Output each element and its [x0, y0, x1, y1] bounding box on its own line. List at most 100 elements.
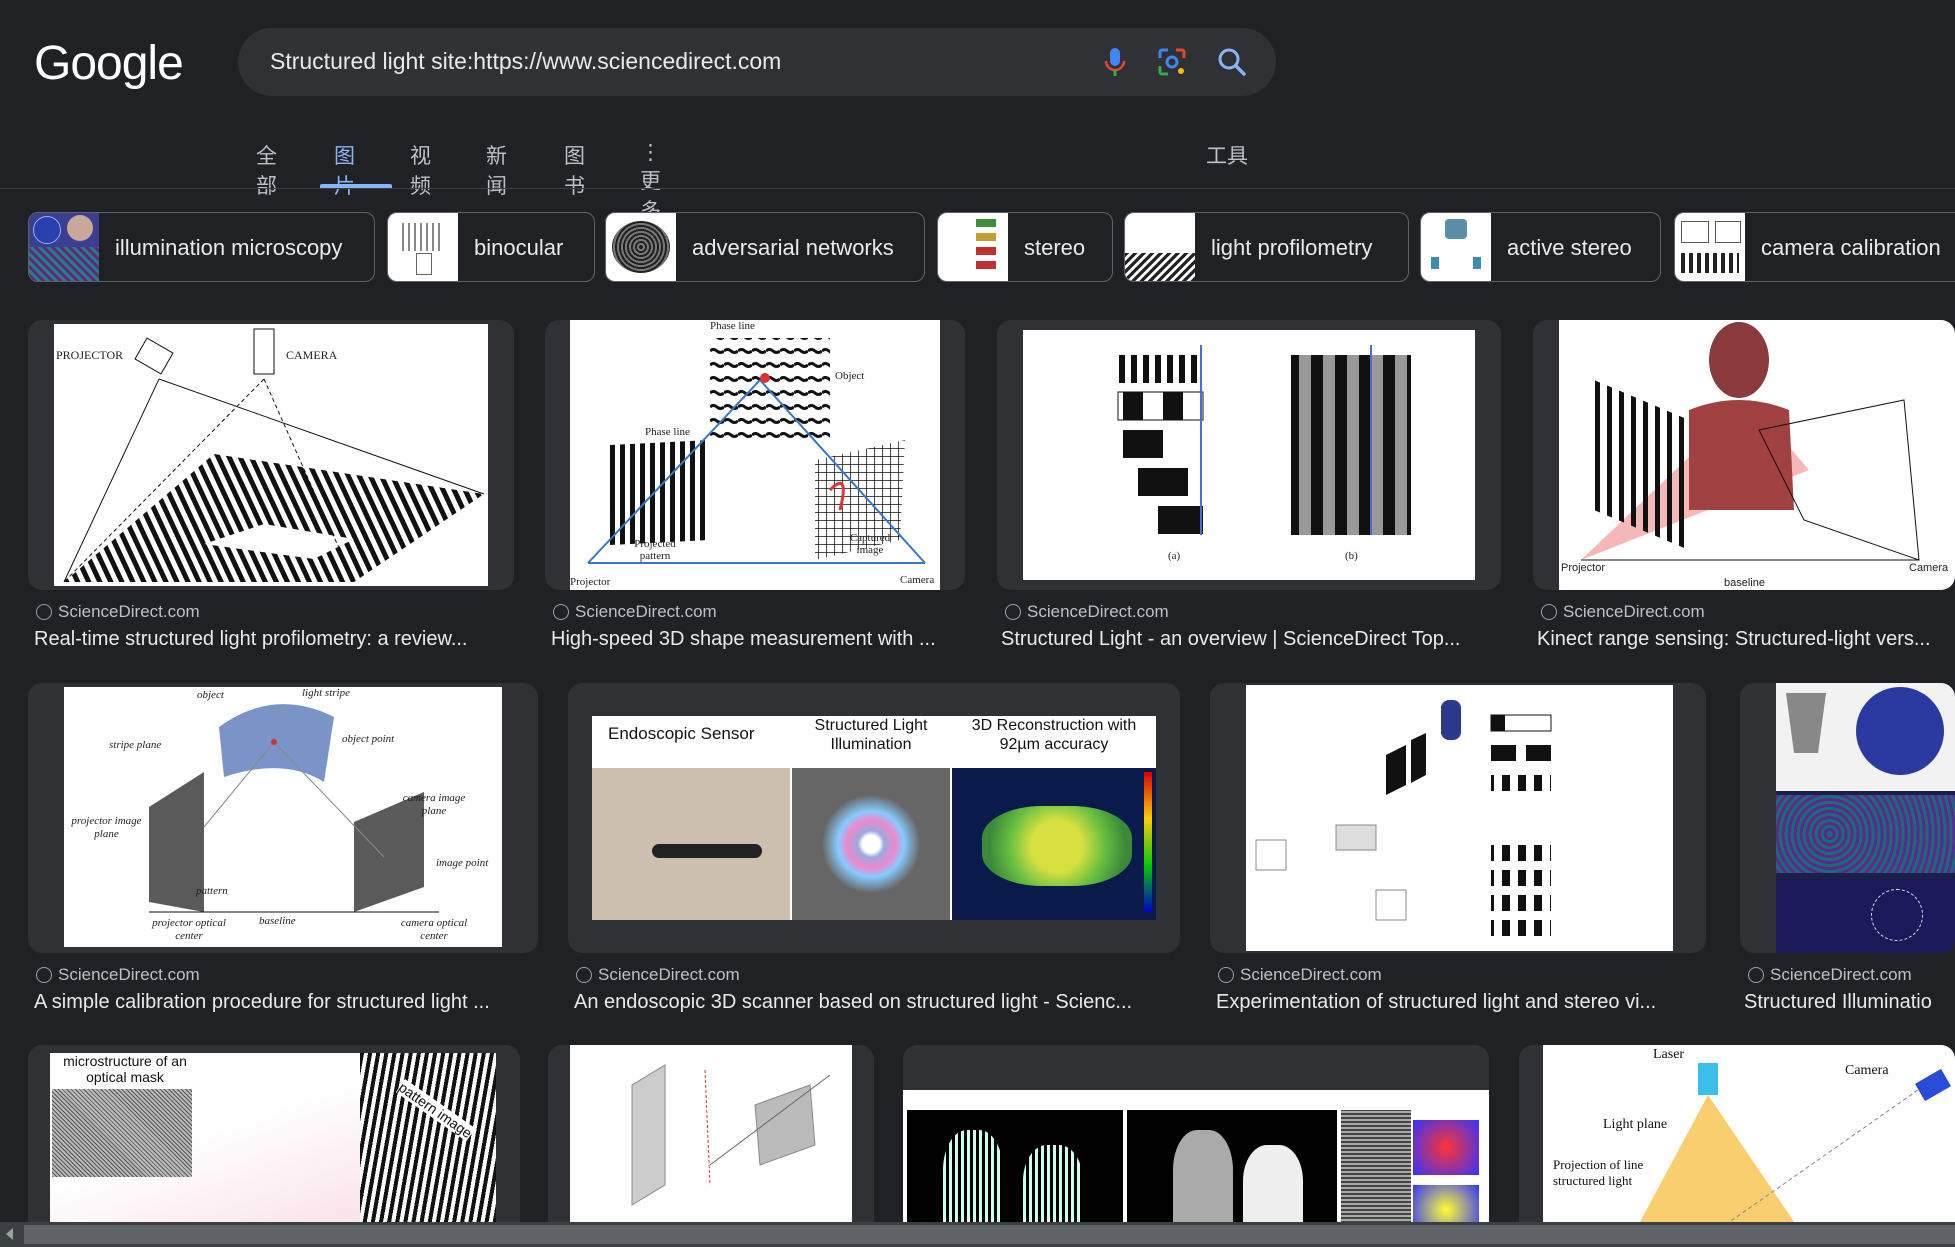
- result-title[interactable]: Structured Illuminatio: [1744, 991, 1955, 1014]
- result-title[interactable]: A simple calibration procedure for struc…: [34, 991, 538, 1014]
- chip-thumbnail: [1675, 213, 1745, 281]
- result-thumbnail[interactable]: PROJECTOR CAMERA: [54, 324, 488, 586]
- result-thumbnail[interactable]: [570, 1045, 852, 1235]
- label-captured-image: Captured image: [849, 532, 891, 556]
- result-thumbnail[interactable]: [1776, 683, 1955, 953]
- label-b: (b): [1345, 550, 1358, 562]
- lens-camera-icon[interactable]: [1156, 46, 1188, 78]
- chip-adversarial-networks[interactable]: adversarial networks: [605, 212, 925, 282]
- microphone-icon[interactable]: [1100, 46, 1130, 78]
- tab-news[interactable]: 新闻: [486, 140, 507, 200]
- scroll-left-arrow-icon[interactable]: [6, 1228, 13, 1240]
- label-a: (a): [1168, 550, 1181, 562]
- heading-endoscopic-sensor: Endoscopic Sensor: [608, 724, 755, 743]
- chip-active-stereo[interactable]: active stereo: [1420, 212, 1661, 282]
- result-thumbnail-frame: Laser Camera Light plane Projection of l…: [1519, 1045, 1955, 1235]
- result-thumbnail[interactable]: Laser Camera Light plane Projection of l…: [1543, 1045, 1955, 1235]
- label-object: object: [197, 689, 224, 701]
- result-source[interactable]: ScienceDirect.com: [1240, 965, 1382, 985]
- result-source[interactable]: ScienceDirect.com: [58, 602, 200, 622]
- globe-icon: [1218, 967, 1234, 983]
- tab-all[interactable]: 全部: [256, 140, 277, 200]
- result-thumbnail[interactable]: (a) (b): [1023, 330, 1475, 580]
- result-source[interactable]: ScienceDirect.com: [598, 965, 740, 985]
- result-thumbnail-frame: [903, 1045, 1489, 1235]
- result-source[interactable]: ScienceDirect.com: [1027, 602, 1169, 622]
- label-projector: PROJECTOR: [56, 348, 124, 362]
- result-thumbnail-frame: PROJECTOR CAMERA: [28, 320, 514, 590]
- label-laser: Laser: [1653, 1047, 1685, 1062]
- result-thumbnail-frame: (a) (b): [997, 320, 1501, 590]
- google-logo[interactable]: Google: [34, 36, 184, 91]
- search-icon[interactable]: [1216, 46, 1248, 78]
- result-source[interactable]: ScienceDirect.com: [58, 965, 200, 985]
- label-baseline: baseline: [259, 915, 296, 927]
- label-projector: Projector: [1561, 562, 1606, 574]
- globe-icon: [1005, 604, 1021, 620]
- result-thumbnail[interactable]: Endoscopic Sensor Structured Light Illum…: [592, 716, 1156, 920]
- label-projector-image-plane: projector image plane: [71, 815, 142, 840]
- chip-label: camera calibration: [1761, 235, 1941, 260]
- chip-thumbnail: [1421, 213, 1491, 281]
- horizontal-scrollbar[interactable]: [0, 1222, 1955, 1247]
- tab-images[interactable]: 图片: [334, 140, 355, 200]
- label-projector-optical-center: projector optical center: [152, 917, 226, 942]
- globe-icon: [36, 967, 52, 983]
- label-camera-image-plane: camera image plane: [402, 792, 466, 817]
- tools-button[interactable]: 工具: [1206, 140, 1248, 170]
- heading-structured-light-illumination: Structured Light Illumination: [814, 717, 928, 753]
- result-source[interactable]: ScienceDirect.com: [1770, 965, 1912, 985]
- result-thumbnail-frame: [1210, 683, 1706, 953]
- result-title[interactable]: Structured Light - an overview | Science…: [1001, 628, 1501, 651]
- chip-thumbnail: [29, 213, 99, 281]
- search-box[interactable]: Structured light site:https://www.scienc…: [238, 28, 1276, 96]
- label-optical-mask: microstructure of an optical mask: [63, 1053, 187, 1085]
- result-thumbnail[interactable]: [1246, 685, 1673, 951]
- result-thumbnail-frame: [1740, 683, 1955, 953]
- tab-videos[interactable]: 视频: [410, 140, 431, 200]
- globe-icon: [36, 604, 52, 620]
- label-object-point: object point: [342, 733, 395, 745]
- chip-label: light profilometry: [1211, 235, 1373, 260]
- label-phase-line-2: Phase line: [645, 426, 690, 438]
- label-phase-line: Phase line: [710, 320, 755, 332]
- globe-icon: [1748, 967, 1764, 983]
- chip-camera-calibration[interactable]: camera calibration: [1674, 212, 1955, 282]
- result-thumbnail-frame: Projector Camera baseline: [1533, 320, 1955, 590]
- scrollbar-thumb[interactable]: [24, 1225, 1955, 1244]
- chip-light-profilometry[interactable]: light profilometry: [1124, 212, 1409, 282]
- result-thumbnail-frame: [548, 1045, 874, 1235]
- label-projector: Projector: [570, 576, 611, 588]
- label-pattern: pattern: [196, 885, 228, 897]
- result-thumbnail[interactable]: object light stripe stripe plane object …: [64, 687, 502, 947]
- label-camera: Camera: [1845, 1063, 1889, 1078]
- chip-thumbnail: [938, 213, 1008, 281]
- result-title[interactable]: An endoscopic 3D scanner based on struct…: [574, 991, 1180, 1014]
- result-thumbnail[interactable]: Phase line Object Phase line Projected p…: [570, 320, 940, 590]
- chip-stereo[interactable]: stereo: [937, 212, 1113, 282]
- result-title[interactable]: Experimentation of structured light and …: [1216, 991, 1706, 1014]
- chip-label: illumination microscopy: [115, 235, 343, 260]
- globe-icon: [553, 604, 569, 620]
- result-thumbnail-frame: Phase line Object Phase line Projected p…: [545, 320, 965, 590]
- chip-binocular[interactable]: binocular: [387, 212, 595, 282]
- globe-icon: [576, 967, 592, 983]
- label-stripe-plane: stripe plane: [109, 739, 162, 751]
- globe-icon: [1541, 604, 1557, 620]
- result-thumbnail[interactable]: [903, 1090, 1489, 1235]
- search-input[interactable]: Structured light site:https://www.scienc…: [270, 48, 781, 75]
- chip-label: stereo: [1024, 235, 1086, 260]
- result-title[interactable]: Real-time structured light profilometry:…: [34, 628, 514, 651]
- result-title[interactable]: High-speed 3D shape measurement with ...: [551, 628, 965, 651]
- chip-illumination-microscopy[interactable]: illumination microscopy: [28, 212, 375, 282]
- result-source[interactable]: ScienceDirect.com: [575, 602, 717, 622]
- result-title[interactable]: Kinect range sensing: Structured-light v…: [1537, 628, 1955, 651]
- result-thumbnail[interactable]: Projector Camera baseline: [1559, 320, 1955, 590]
- tab-books[interactable]: 图书: [564, 140, 585, 200]
- label-object: Object: [835, 370, 865, 382]
- chip-thumbnail: [1125, 213, 1195, 281]
- label-camera-optical-center: camera optical center: [400, 917, 468, 942]
- result-source[interactable]: ScienceDirect.com: [1563, 602, 1705, 622]
- result-thumbnail-frame: Endoscopic Sensor Structured Light Illum…: [568, 683, 1180, 953]
- result-thumbnail[interactable]: microstructure of an optical mask patter…: [50, 1053, 496, 1235]
